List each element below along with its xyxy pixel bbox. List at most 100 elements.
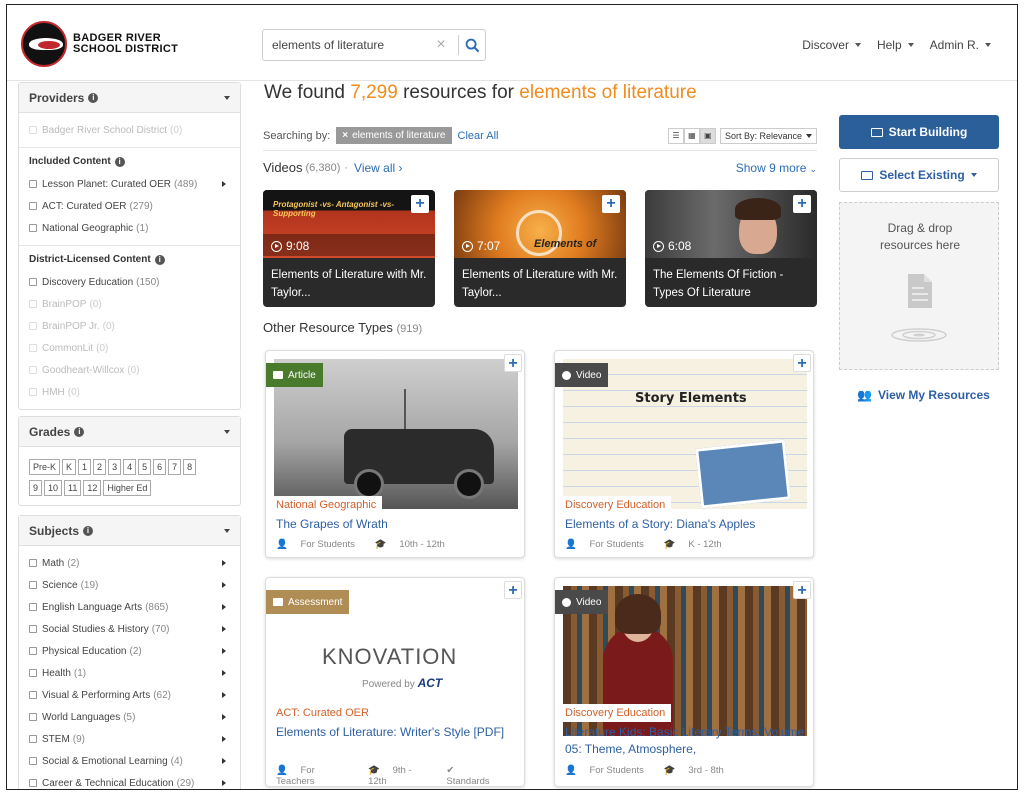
- grid-view-button[interactable]: ▦: [683, 127, 700, 144]
- subjects-header[interactable]: Subjects i: [19, 516, 240, 546]
- checkbox[interactable]: [29, 278, 37, 286]
- checkbox[interactable]: [29, 735, 37, 743]
- district-logo[interactable]: BADGER RIVER SCHOOL DISTRICT: [21, 21, 178, 67]
- select-existing-button[interactable]: Select Existing: [839, 158, 999, 192]
- checkbox[interactable]: [29, 581, 37, 589]
- filter-item[interactable]: Visual & Performing Arts (62): [29, 684, 230, 706]
- chevron-right-icon[interactable]: [222, 692, 226, 698]
- grade-chip[interactable]: 1: [78, 459, 92, 475]
- grade-chip[interactable]: Higher Ed: [103, 480, 152, 496]
- grade-chip[interactable]: 8: [183, 459, 197, 475]
- chevron-right-icon[interactable]: [222, 582, 226, 588]
- start-building-button[interactable]: Start Building: [839, 115, 999, 149]
- grade-chip[interactable]: 9: [29, 480, 43, 496]
- checkbox[interactable]: [29, 202, 37, 210]
- filter-item[interactable]: BrainPOP (0): [29, 293, 230, 315]
- grades-header[interactable]: Grades i: [19, 417, 240, 447]
- video-card[interactable]: 6:08 The Elements Of Fiction - Types Of …: [645, 190, 817, 307]
- chevron-right-icon[interactable]: [222, 648, 226, 654]
- resource-card[interactable]: Video + Discovery Education Literature K…: [554, 577, 814, 787]
- video-card[interactable]: Elements of 7:07 Elements of Literature …: [454, 190, 626, 307]
- filter-item[interactable]: National Geographic (1): [29, 217, 230, 239]
- add-resource-button[interactable]: +: [793, 581, 811, 599]
- tile-view-button[interactable]: ▣: [699, 127, 716, 144]
- chevron-right-icon[interactable]: [222, 560, 226, 566]
- sort-select[interactable]: Sort By: Relevance: [719, 127, 817, 144]
- filter-item[interactable]: Science (19): [29, 574, 230, 596]
- video-title[interactable]: Elements of Literature with Mr. Taylor..…: [271, 266, 431, 302]
- grade-chip[interactable]: 10: [44, 480, 63, 496]
- checkbox[interactable]: [29, 779, 37, 787]
- chevron-right-icon[interactable]: [222, 758, 226, 764]
- checkbox[interactable]: [29, 180, 37, 188]
- resource-title[interactable]: Elements of Literature: Writer's Style […: [276, 724, 516, 741]
- add-resource-button[interactable]: +: [504, 354, 522, 372]
- resource-title[interactable]: Elements of a Story: Diana's Apples: [565, 516, 805, 533]
- filter-item[interactable]: Physical Education (2): [29, 640, 230, 662]
- nav-help[interactable]: Help: [877, 38, 914, 52]
- filter-item[interactable]: CommonLit (0): [29, 337, 230, 359]
- filter-item[interactable]: English Language Arts (865): [29, 596, 230, 618]
- filter-item[interactable]: Lesson Planet: Curated OER (489): [29, 173, 230, 195]
- nav-discover[interactable]: Discover: [802, 38, 861, 52]
- resource-title[interactable]: The Grapes of Wrath: [276, 516, 516, 533]
- checkbox[interactable]: [29, 322, 37, 330]
- filter-item[interactable]: Health (1): [29, 662, 230, 684]
- checkbox[interactable]: [29, 126, 37, 134]
- checkbox[interactable]: [29, 344, 37, 352]
- chevron-right-icon[interactable]: [222, 714, 226, 720]
- resource-card[interactable]: KNOVATION Powered by ACT Assessment + AC…: [265, 577, 525, 787]
- chevron-right-icon[interactable]: [222, 181, 226, 187]
- show-more-videos-link[interactable]: Show 9 more ⌄: [736, 161, 817, 175]
- checkbox[interactable]: [29, 625, 37, 633]
- checkbox[interactable]: [29, 366, 37, 374]
- checkbox[interactable]: [29, 647, 37, 655]
- providers-header[interactable]: Providers i: [19, 83, 240, 113]
- checkbox[interactable]: [29, 559, 37, 567]
- chevron-right-icon[interactable]: [222, 736, 226, 742]
- search-input[interactable]: [272, 38, 431, 52]
- checkbox[interactable]: [29, 691, 37, 699]
- filter-item[interactable]: Badger River School District (0): [29, 119, 230, 141]
- checkbox[interactable]: [29, 669, 37, 677]
- info-icon[interactable]: i: [74, 426, 85, 437]
- filter-item[interactable]: BrainPOP Jr. (0): [29, 315, 230, 337]
- remove-tag-icon[interactable]: ×: [342, 130, 348, 141]
- filter-item[interactable]: Social Studies & History (70): [29, 618, 230, 640]
- resource-card[interactable]: Story Elements Video + Discovery Educati…: [554, 350, 814, 558]
- info-icon[interactable]: i: [114, 156, 125, 167]
- filter-item[interactable]: Discovery Education (150): [29, 271, 230, 293]
- checkbox[interactable]: [29, 224, 37, 232]
- clear-all-link[interactable]: Clear All: [458, 130, 499, 142]
- grade-chip[interactable]: 7: [168, 459, 182, 475]
- checkbox[interactable]: [29, 757, 37, 765]
- info-icon[interactable]: i: [154, 254, 165, 265]
- drop-zone[interactable]: Drag & drop resources here: [839, 202, 999, 370]
- grade-chip[interactable]: K: [62, 459, 77, 475]
- view-all-videos-link[interactable]: View all ›: [354, 161, 402, 175]
- grade-chip[interactable]: 4: [123, 459, 137, 475]
- chevron-right-icon[interactable]: [222, 604, 226, 610]
- add-resource-button[interactable]: +: [411, 195, 429, 213]
- info-icon[interactable]: i: [83, 525, 94, 536]
- grade-chip[interactable]: 6: [153, 459, 167, 475]
- filter-item[interactable]: STEM (9): [29, 728, 230, 750]
- view-my-resources-link[interactable]: 👥 View My Resources: [857, 388, 990, 402]
- clear-search-icon[interactable]: ×: [436, 36, 450, 54]
- chevron-right-icon[interactable]: [222, 670, 226, 676]
- filter-item[interactable]: Career & Technical Education (29): [29, 772, 230, 789]
- video-title[interactable]: Elements of Literature with Mr. Taylor..…: [462, 266, 622, 302]
- filter-item[interactable]: ACT: Curated OER (279): [29, 195, 230, 217]
- checkbox[interactable]: [29, 300, 37, 308]
- grade-chip[interactable]: 11: [64, 480, 82, 496]
- add-resource-button[interactable]: +: [602, 195, 620, 213]
- add-resource-button[interactable]: +: [504, 581, 522, 599]
- checkbox[interactable]: [29, 603, 37, 611]
- add-resource-button[interactable]: +: [793, 354, 811, 372]
- checkbox[interactable]: [29, 388, 37, 396]
- list-view-button[interactable]: ☰: [667, 127, 684, 144]
- grade-chip[interactable]: 5: [138, 459, 152, 475]
- add-resource-button[interactable]: +: [793, 195, 811, 213]
- chevron-right-icon[interactable]: [222, 626, 226, 632]
- filter-item[interactable]: Goodheart-Willcox (0): [29, 359, 230, 381]
